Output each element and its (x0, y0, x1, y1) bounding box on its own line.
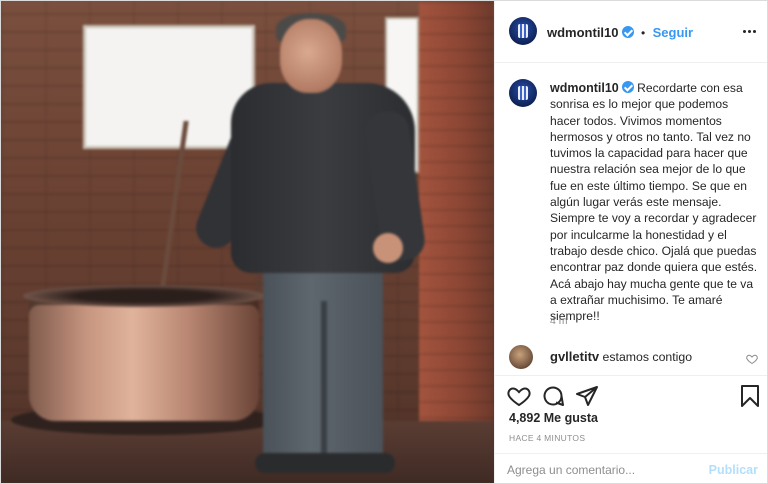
post-actions: 4,892 Me gusta HACE 4 MINUTOS (495, 375, 767, 443)
likes-count[interactable]: 4,892 Me gusta (509, 411, 598, 425)
caption-username[interactable]: wdmontil10 (550, 81, 619, 95)
person-shoes (255, 453, 395, 473)
post-side-panel: wdmontil10 • Seguir wdmontil10 Recordart… (494, 1, 767, 483)
pot-rim (23, 285, 265, 307)
verified-badge-icon (621, 81, 634, 93)
caption-time[interactable]: 4 m (550, 315, 568, 327)
comment-avatar[interactable] (509, 345, 533, 369)
header-user: wdmontil10 • Seguir (547, 24, 693, 42)
comment-username[interactable]: gvlletitv (550, 349, 599, 364)
publish-button[interactable]: Publicar (709, 463, 758, 477)
brick-pillar (419, 1, 494, 483)
username-link[interactable]: wdmontil10 (547, 25, 619, 40)
post-photo[interactable] (1, 1, 494, 483)
follow-button[interactable]: Seguir (653, 25, 693, 40)
separator-dot: • (640, 26, 646, 40)
comment-input[interactable] (507, 460, 697, 480)
instagram-post-modal: wdmontil10 • Seguir wdmontil10 Recordart… (0, 0, 768, 484)
add-comment-bar: Publicar (495, 453, 767, 483)
photo-scene (1, 1, 494, 483)
comment-item: gvlletitv estamos contigo (509, 344, 759, 372)
comment-like-icon[interactable] (746, 353, 758, 365)
post-header: wdmontil10 • Seguir (495, 1, 767, 63)
comment-icon[interactable] (541, 384, 565, 408)
person-hand (373, 233, 403, 263)
caption: wdmontil10 Recordarte con esa sonrisa es… (550, 80, 758, 324)
person-leg-gap (321, 301, 327, 463)
comment-text: estamos contigo (602, 350, 693, 364)
copper-pot (29, 295, 259, 421)
more-options-icon[interactable] (742, 23, 758, 39)
comments-area[interactable]: wdmontil10 Recordarte con esa sonrisa es… (495, 63, 767, 375)
posted-time[interactable]: HACE 4 MINUTOS (509, 433, 585, 443)
share-icon[interactable] (575, 384, 599, 408)
heart-icon[interactable] (507, 384, 531, 408)
verified-badge-icon (621, 26, 634, 38)
caption-text: Recordarte con esa sonrisa es lo mejor q… (550, 81, 758, 324)
bookmark-icon[interactable] (738, 384, 762, 408)
person-head (280, 19, 342, 93)
caption-avatar[interactable] (509, 79, 537, 107)
avatar[interactable] (509, 17, 537, 45)
comment-body: gvlletitv estamos contigo (550, 349, 692, 364)
